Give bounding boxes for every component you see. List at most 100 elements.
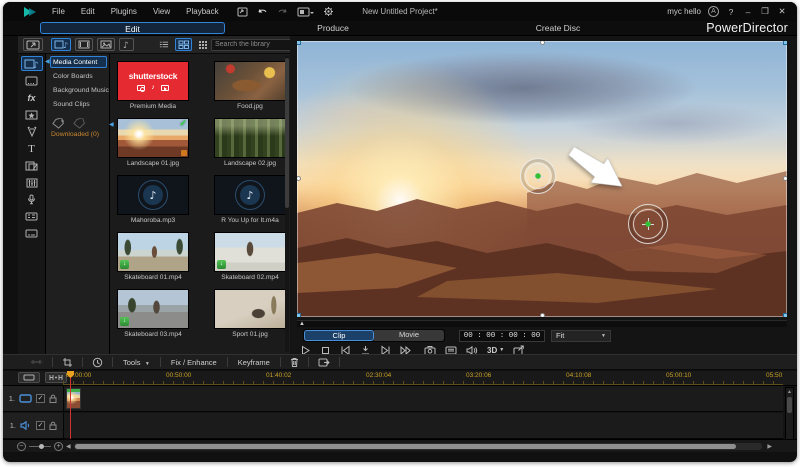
preview-canvas[interactable]: [297, 41, 787, 317]
tab-create-disc[interactable]: Create Disc: [483, 22, 633, 34]
timeline-horizontal-scrollbar[interactable]: [74, 443, 763, 450]
timeline-ruler[interactable]: 00:00:00 00:50:00 01:40:02 02:30:04 03:2…: [63, 371, 783, 386]
room-audio-mixing[interactable]: [21, 175, 43, 190]
timeline-clip[interactable]: [66, 388, 81, 409]
zoom-slider[interactable]: [29, 446, 52, 447]
user-avatar[interactable]: A: [708, 6, 719, 17]
zoom-fit-dropdown[interactable]: Fit▼: [551, 330, 611, 342]
grid-view-button[interactable]: [175, 38, 192, 51]
room-titles[interactable]: T: [21, 141, 43, 156]
audio-track-lane[interactable]: [63, 413, 783, 439]
library-item-premium-media[interactable]: shutterstock ♪ Premium Media: [117, 61, 189, 112]
keyframe-button[interactable]: Keyframe: [228, 358, 280, 367]
aspect-ratio-icon[interactable]: [297, 7, 314, 17]
undo-icon[interactable]: [257, 7, 268, 17]
library-item-landscape-02[interactable]: Landscape 02.jpg: [214, 118, 286, 169]
scroll-left-icon[interactable]: ◀: [63, 443, 74, 450]
resize-handle-bottom-left[interactable]: [297, 313, 301, 317]
room-transitions[interactable]: [21, 158, 43, 173]
clip-mode-button[interactable]: Clip: [304, 330, 374, 341]
video-track-1: 1. ✓: [3, 386, 797, 412]
resize-handle-top-left[interactable]: [297, 41, 301, 45]
filter-all-media-button[interactable]: ♪: [51, 38, 71, 51]
crop-icon[interactable]: [53, 357, 82, 368]
category-color-boards[interactable]: Color Boards: [50, 70, 107, 82]
playhead[interactable]: [70, 371, 71, 439]
track-manager-button[interactable]: [18, 372, 40, 383]
user-name[interactable]: myc hello: [667, 7, 701, 16]
duration-clock-icon[interactable]: [83, 357, 112, 368]
resize-handle-middle-right[interactable]: [783, 176, 787, 181]
room-voice-over[interactable]: [21, 192, 43, 207]
menu-edit[interactable]: Edit: [73, 7, 103, 16]
minimize-button[interactable]: –: [743, 7, 753, 17]
filter-photo-button[interactable]: [97, 38, 115, 51]
room-effects[interactable]: fx: [21, 90, 43, 105]
room-templates[interactable]: [21, 73, 43, 88]
track-lock-icon[interactable]: [49, 394, 57, 403]
zoom-out-button[interactable]: −: [17, 442, 26, 451]
video-track-lane[interactable]: [63, 386, 783, 412]
library-item-skateboard-03[interactable]: ↓ Skateboard 03.mp4: [117, 289, 189, 340]
library-item-sport-01[interactable]: Sport 01.jpg: [214, 289, 286, 340]
preview-seek-bar[interactable]: ▲: [297, 320, 787, 327]
library-item-landscape-01[interactable]: ✓ Landscape 01.jpg: [117, 118, 189, 169]
motion-tracker-target-2[interactable]: [628, 204, 668, 244]
timecode-display[interactable]: 00 : 00 : 00 : 00: [459, 330, 545, 342]
menu-view[interactable]: View: [145, 7, 178, 16]
filter-video-button[interactable]: [75, 38, 93, 51]
collapse-rail-icon[interactable]: ◀: [45, 58, 50, 65]
library-item-mahoroba[interactable]: ♪ Mahoroba.mp3: [117, 175, 189, 226]
tools-menu-button[interactable]: Tools ▼: [113, 358, 160, 367]
delete-trash-icon[interactable]: [281, 357, 308, 368]
category-sound-clips[interactable]: Sound Clips: [50, 98, 107, 110]
library-item-skateboard-01[interactable]: ↓ Skateboard 01.mp4: [117, 232, 189, 283]
room-pip-objects[interactable]: [21, 107, 43, 122]
downloaded-label[interactable]: Downloaded (0): [51, 131, 109, 138]
resize-handle-bottom-center[interactable]: [540, 313, 545, 317]
import-media-button[interactable]: [23, 38, 43, 51]
redo-icon[interactable]: [277, 7, 288, 17]
movie-mode-button[interactable]: Movie: [374, 330, 444, 341]
category-media-content[interactable]: Media Content: [50, 56, 107, 68]
room-chapters[interactable]: [21, 209, 43, 224]
tab-produce[interactable]: Produce: [258, 22, 408, 34]
range-select-icon[interactable]: [21, 357, 52, 367]
track-lock-icon[interactable]: [49, 421, 57, 430]
menu-plugins[interactable]: Plugins: [103, 7, 145, 16]
category-background-music[interactable]: Background Music: [50, 84, 107, 96]
track-enable-checkbox[interactable]: ✓: [36, 421, 45, 430]
track-enable-checkbox[interactable]: ✓: [36, 394, 45, 403]
menu-playback[interactable]: Playback: [178, 7, 226, 16]
filter-music-button[interactable]: ♪: [119, 38, 134, 51]
scroll-right-icon[interactable]: ▶: [764, 443, 775, 450]
fix-enhance-button[interactable]: Fix / Enhance: [161, 358, 227, 367]
list-view-button[interactable]: [156, 38, 172, 51]
settings-gear-icon[interactable]: [323, 6, 334, 17]
seek-position-marker[interactable]: ▲: [299, 321, 305, 327]
produce-range-icon[interactable]: [309, 357, 339, 368]
library-item-food[interactable]: Food.jpg: [214, 61, 286, 112]
help-button[interactable]: ?: [726, 7, 736, 17]
library-item-r-you-up[interactable]: ♪ R You Up for It.m4a: [214, 175, 286, 226]
maximize-button[interactable]: ❐: [760, 6, 770, 17]
room-subtitles[interactable]: [21, 226, 43, 241]
zoom-in-button[interactable]: +: [54, 442, 63, 451]
tag-icon[interactable]: [73, 118, 85, 129]
capture-icon[interactable]: [237, 7, 248, 17]
scroll-up-icon[interactable]: ▲: [786, 388, 793, 396]
room-media[interactable]: ♪: [21, 56, 43, 71]
small-grid-view-button[interactable]: [195, 38, 211, 51]
menu-file[interactable]: File: [44, 7, 73, 16]
library-scrollbar[interactable]: [285, 56, 289, 352]
tab-edit[interactable]: Edit: [40, 22, 225, 34]
room-particles[interactable]: [21, 124, 43, 139]
resize-handle-bottom-right[interactable]: [783, 313, 787, 317]
motion-tracker-target-1[interactable]: [520, 158, 556, 194]
add-tag-icon[interactable]: [52, 118, 65, 129]
close-button[interactable]: ✕: [777, 6, 787, 17]
resize-handle-top-right[interactable]: [783, 41, 787, 45]
mode-tab-bar: Edit Produce Create Disc PowerDirector: [3, 21, 797, 36]
library-item-skateboard-02[interactable]: ↓ Skateboard 02.mp4: [214, 232, 286, 283]
collapse-panel-icon[interactable]: ◀: [109, 121, 114, 128]
